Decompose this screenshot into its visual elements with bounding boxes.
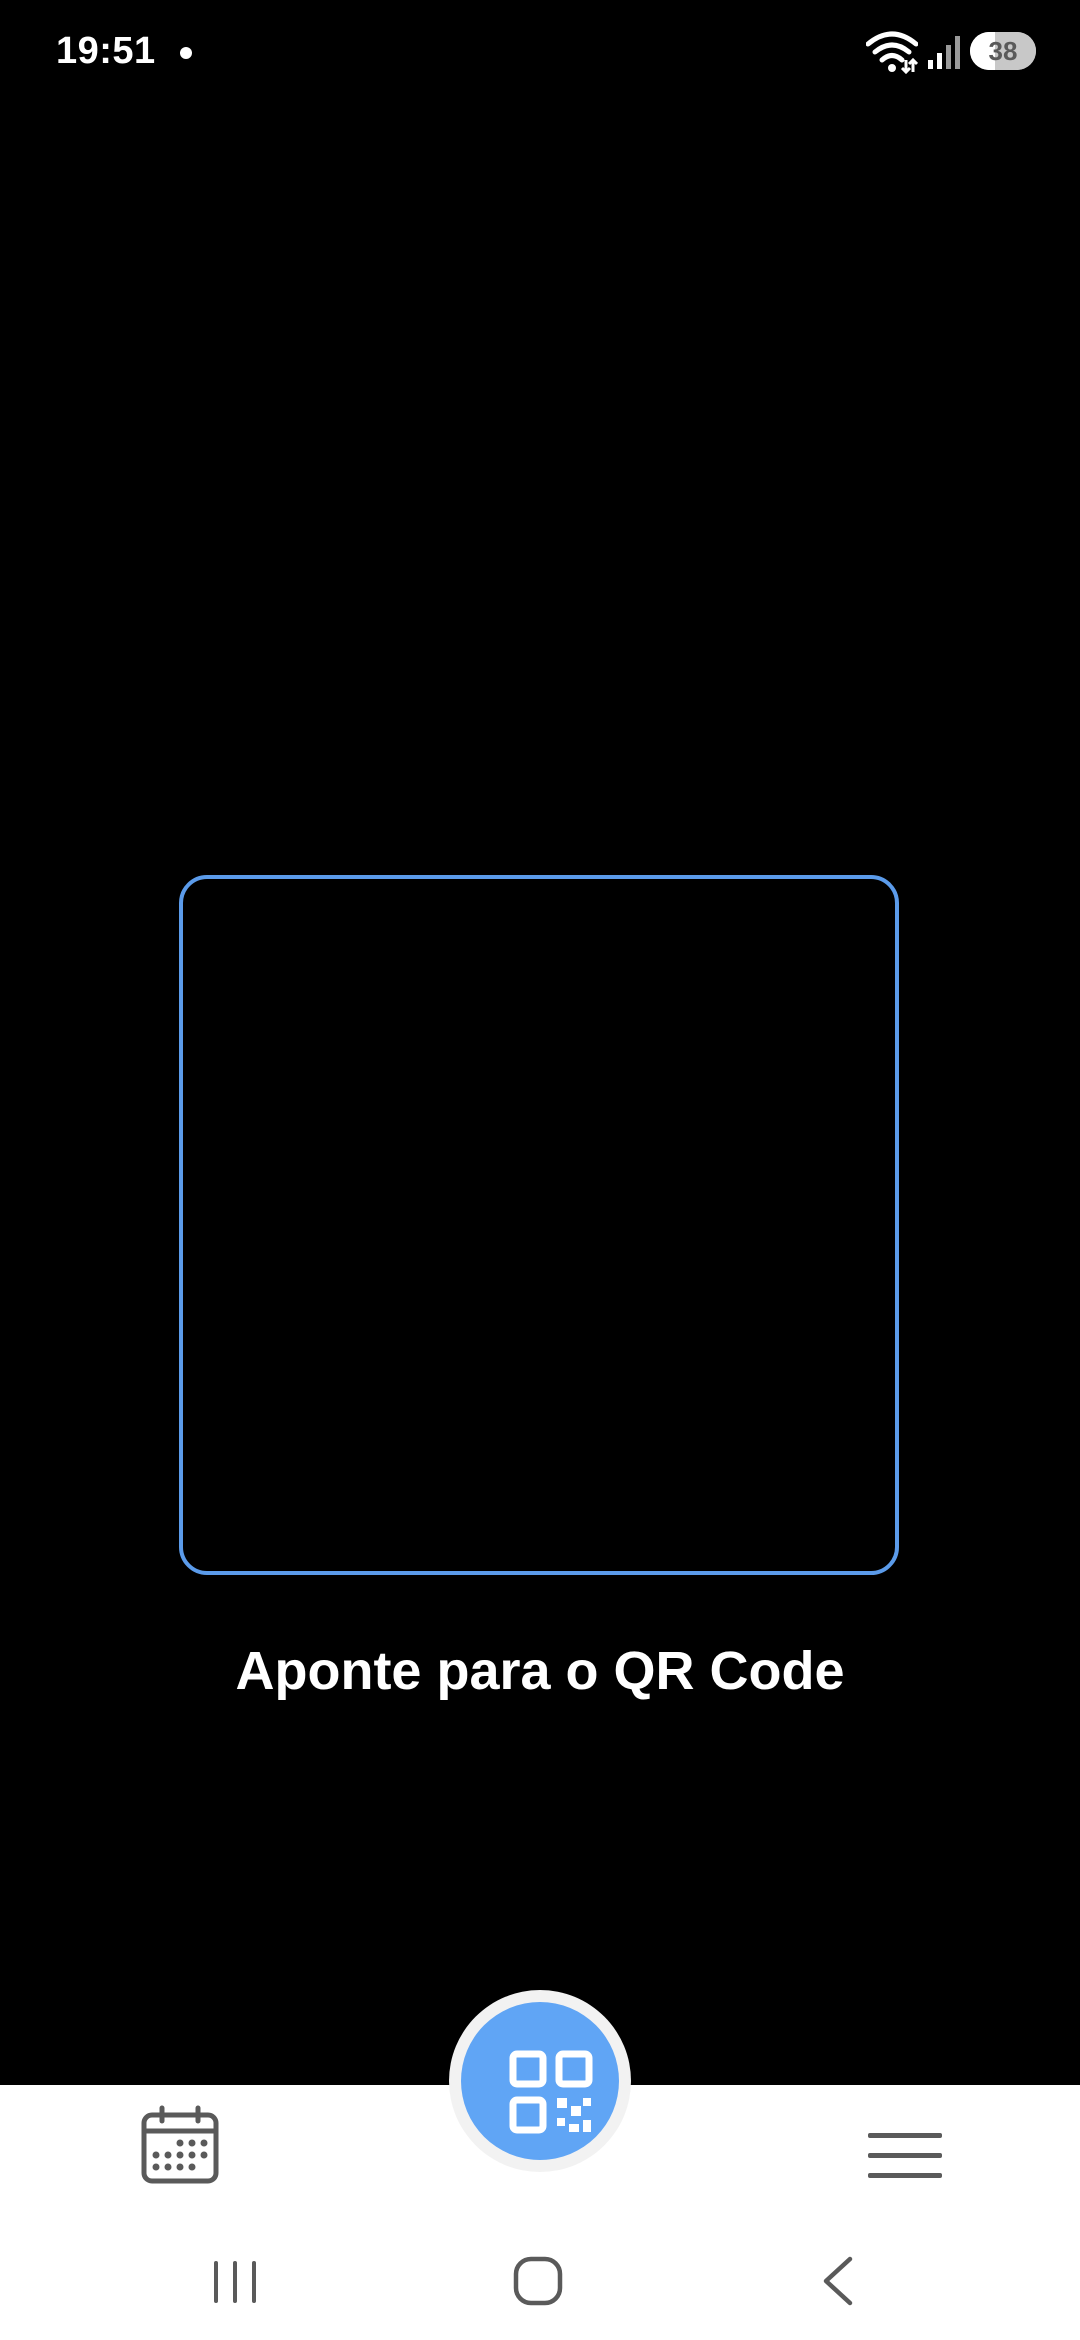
- battery-icon: 38: [970, 32, 1036, 70]
- status-bar: 19:51 38: [0, 0, 1080, 110]
- qr-scan-frame: [179, 875, 899, 1575]
- back-icon[interactable]: [818, 2253, 858, 2309]
- status-time: 19:51: [56, 30, 156, 72]
- home-icon[interactable]: [510, 2253, 566, 2309]
- wifi-icon: [866, 31, 918, 74]
- notification-dot-icon: [180, 47, 192, 59]
- qr-scan-button[interactable]: [461, 2002, 619, 2160]
- battery-level: 38: [988, 36, 1018, 66]
- signal-icon: [928, 36, 960, 69]
- recents-icon[interactable]: [208, 2255, 262, 2309]
- qr-code-icon: [509, 2050, 593, 2134]
- menu-icon[interactable]: [866, 2127, 944, 2187]
- system-navigation-bar: [0, 2235, 1080, 2340]
- calendar-icon[interactable]: [140, 2105, 220, 2185]
- qr-scan-button-ring: [449, 1990, 631, 2172]
- qr-scanner-screen: 19:51 38 Aponte para o QR Code: [0, 0, 1080, 2340]
- scan-hint-text: Aponte para o QR Code: [235, 1641, 845, 1701]
